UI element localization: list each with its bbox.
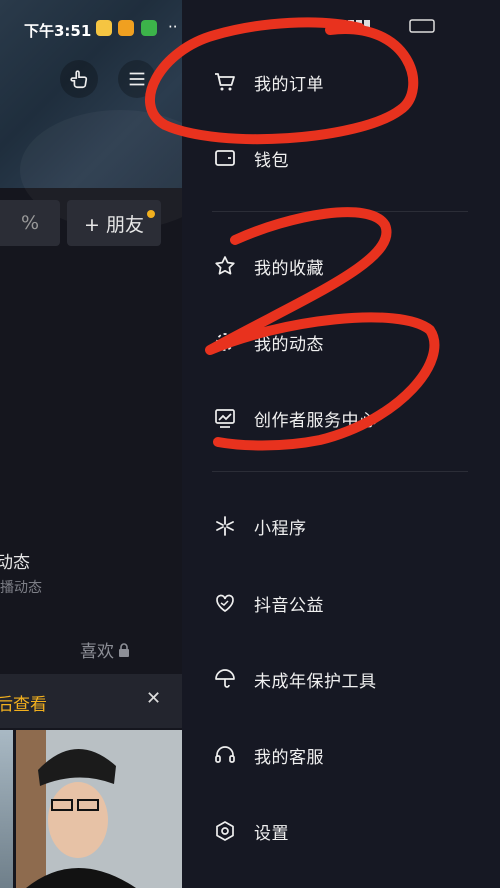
hand-icon [70, 70, 88, 89]
settings-icon [212, 818, 238, 844]
menu-button[interactable] [118, 60, 156, 98]
system-status-icons [242, 14, 442, 38]
video-thumbnail[interactable] [0, 730, 13, 888]
new-badge-dot [147, 210, 155, 218]
status-time: 下午3:51 [24, 22, 92, 40]
banner-close-icon[interactable]: ✕ [146, 688, 161, 709]
menu-item-creator-center[interactable]: 创作者服务中心 [212, 398, 482, 438]
divider [212, 471, 468, 472]
signal-wifi-battery-icon [340, 19, 435, 33]
person-photo [16, 730, 182, 888]
more-notifications-icon: ·· [168, 18, 178, 36]
menu-item-wallet[interactable]: 钱包 [212, 138, 482, 178]
headset-icon [212, 742, 238, 768]
banner-text[interactable]: 后查看 [0, 690, 47, 715]
menu-item-label: 我的动态 [254, 334, 324, 355]
likes-tab[interactable]: 喜欢 [80, 637, 130, 662]
menu-item-charity[interactable]: 抖音公益 [212, 583, 482, 623]
menu-item-my-dynamics[interactable]: 我的动态 [212, 322, 482, 362]
dynamics-title: 动态 [0, 553, 30, 573]
menu-item-label: 我的订单 [254, 74, 324, 95]
menu-item-label: 未成年保护工具 [254, 671, 377, 692]
star-icon [212, 253, 238, 279]
profile-background-panel: 下午3:51 ·· % + 朋友 动态 播动态 喜欢 后查看 ✕ [0, 0, 182, 888]
download-notification-icon [141, 20, 157, 36]
add-friend-button[interactable]: + 朋友 [67, 200, 161, 246]
menu-item-settings[interactable]: 设置 [212, 811, 482, 851]
message-notification-icon [96, 20, 112, 36]
menu-item-label: 小程序 [254, 518, 307, 539]
hamburger-icon [129, 72, 145, 86]
menu-item-label: 钱包 [254, 150, 289, 171]
creator-icon [212, 405, 238, 431]
hand-gesture-button[interactable] [60, 60, 98, 98]
menu-item-label: 创作者服务中心 [254, 410, 377, 431]
umbrella-icon [212, 666, 238, 692]
dynamics-icon [212, 329, 238, 355]
menu-item-mini-programs[interactable]: 小程序 [212, 506, 482, 546]
menu-item-label: 抖音公益 [254, 595, 324, 616]
mini-program-icon [212, 513, 238, 539]
weibo-notification-icon [118, 20, 134, 36]
side-drawer: 我的订单 钱包 我的收藏 我的动态 创作者服务中心 小程序 抖音公益 未成年保护… [182, 0, 500, 888]
menu-item-label: 我的收藏 [254, 258, 324, 279]
dynamics-subtitle: 播动态 [0, 580, 42, 596]
video-thumbnail[interactable] [16, 730, 182, 888]
menu-item-customer-service[interactable]: 我的客服 [212, 735, 482, 775]
cart-icon [212, 69, 238, 95]
charity-heart-icon [212, 590, 238, 616]
lock-icon [119, 642, 129, 657]
profile-stat-button[interactable]: % [0, 200, 60, 246]
menu-item-label: 设置 [254, 823, 289, 844]
add-friend-label: + 朋友 [84, 213, 144, 236]
menu-item-label: 我的客服 [254, 747, 324, 768]
menu-item-my-orders[interactable]: 我的订单 [212, 62, 482, 102]
menu-item-minor-protection[interactable]: 未成年保护工具 [212, 659, 482, 699]
wallet-icon [212, 145, 238, 171]
divider [212, 211, 468, 212]
menu-item-my-favorites[interactable]: 我的收藏 [212, 246, 482, 286]
